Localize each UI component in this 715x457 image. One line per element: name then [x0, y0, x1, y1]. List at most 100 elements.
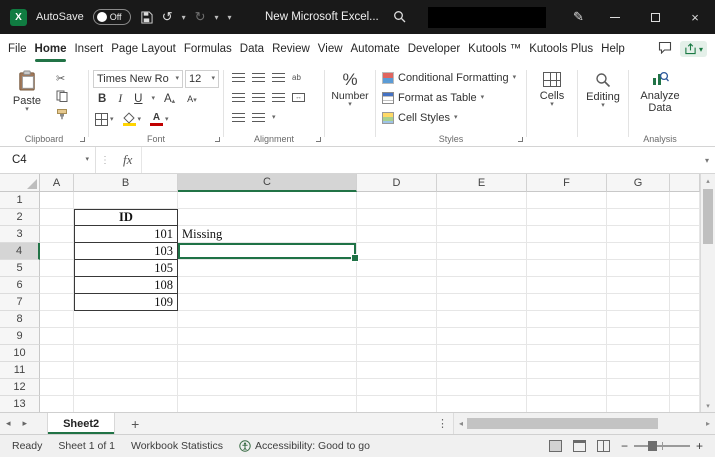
cell-B9[interactable] — [74, 328, 178, 345]
row-header-5[interactable]: 5 — [0, 260, 40, 277]
cell-E1[interactable] — [437, 192, 527, 209]
cell-F11[interactable] — [527, 362, 607, 379]
cell-C2[interactable] — [178, 209, 357, 226]
page-layout-view-button[interactable] — [573, 440, 586, 452]
cell-F6[interactable] — [527, 277, 607, 294]
cell-C9[interactable] — [178, 328, 357, 345]
menu-tab-page-layout[interactable]: Page Layout — [107, 34, 180, 64]
cell-G12[interactable] — [607, 379, 670, 396]
search-icon[interactable] — [393, 10, 406, 23]
wrap-text-icon[interactable]: ab — [292, 73, 301, 82]
cell-B5[interactable]: 105 — [74, 260, 178, 277]
cell-F9[interactable] — [527, 328, 607, 345]
cell-F2[interactable] — [527, 209, 607, 226]
add-sheet-button[interactable]: + — [127, 416, 143, 432]
align-bottom-icon[interactable] — [272, 73, 285, 82]
sheet-tab-sheet2[interactable]: Sheet2 — [47, 413, 115, 434]
maximize-button[interactable] — [635, 0, 675, 34]
zoom-slider[interactable] — [634, 445, 690, 447]
cell-G7[interactable] — [607, 294, 670, 311]
redo-icon[interactable]: ↻ — [195, 9, 206, 25]
font-color-button[interactable]: A ▾ — [150, 113, 169, 126]
shrink-font-button[interactable]: A▾ — [184, 94, 200, 104]
cell-A3[interactable] — [40, 226, 74, 243]
cell-D3[interactable] — [357, 226, 437, 243]
merge-center-icon[interactable]: ↔ — [292, 93, 305, 102]
cell-C13[interactable] — [178, 396, 357, 412]
cell-D8[interactable] — [357, 311, 437, 328]
borders-button[interactable]: ▾ — [95, 113, 114, 126]
row-header-8[interactable]: 8 — [0, 311, 40, 328]
cell-A6[interactable] — [40, 277, 74, 294]
align-left-icon[interactable] — [232, 93, 245, 102]
cell-B8[interactable] — [74, 311, 178, 328]
cell-F8[interactable] — [527, 311, 607, 328]
close-button[interactable]: × — [675, 0, 715, 34]
cell-F7[interactable] — [527, 294, 607, 311]
row-header-2[interactable]: 2 — [0, 209, 40, 226]
cell-G13[interactable] — [607, 396, 670, 412]
page-break-view-button[interactable] — [597, 440, 610, 452]
italic-button[interactable]: I — [115, 93, 125, 105]
cell-G2[interactable] — [607, 209, 670, 226]
row-header-12[interactable]: 12 — [0, 379, 40, 396]
select-all-button[interactable] — [0, 174, 40, 192]
cell-A9[interactable] — [40, 328, 74, 345]
name-box[interactable]: C4 ▾ — [0, 147, 96, 173]
cell-B12[interactable] — [74, 379, 178, 396]
row-header-13[interactable]: 13 — [0, 396, 40, 412]
column-header-a[interactable]: A — [40, 174, 74, 192]
cell-D12[interactable] — [357, 379, 437, 396]
cell-F13[interactable] — [527, 396, 607, 412]
row-header-9[interactable]: 9 — [0, 328, 40, 345]
analyze-data-button[interactable]: Analyze Data — [629, 70, 691, 114]
cell-E12[interactable] — [437, 379, 527, 396]
cell-F4[interactable] — [527, 243, 607, 260]
column-header-f[interactable]: F — [527, 174, 607, 192]
align-right-icon[interactable] — [272, 93, 285, 102]
cell-F10[interactable] — [527, 345, 607, 362]
cell-A5[interactable] — [40, 260, 74, 277]
insert-function-button[interactable]: fx — [114, 152, 141, 168]
cell-D5[interactable] — [357, 260, 437, 277]
cell-G8[interactable] — [607, 311, 670, 328]
cell-E8[interactable] — [437, 311, 527, 328]
menu-tab-insert[interactable]: Insert — [70, 34, 107, 64]
horizontal-scrollbar[interactable]: ◂ ▸ — [453, 413, 715, 434]
vertical-scrollbar[interactable]: ▴ ▾ — [700, 174, 715, 412]
cells-button[interactable]: Cells ▾ — [527, 72, 577, 108]
alignment-more-icon[interactable]: ▾ — [272, 115, 276, 121]
undo-icon[interactable]: ↺ — [162, 9, 173, 25]
formula-bar-expand-icon[interactable]: ▾ — [699, 156, 715, 165]
cell-D4[interactable] — [357, 243, 437, 260]
save-icon[interactable] — [140, 11, 153, 24]
cell-A10[interactable] — [40, 345, 74, 362]
menu-tab-formulas[interactable]: Formulas — [180, 34, 236, 64]
paste-button[interactable]: Paste ▾ — [8, 70, 46, 113]
font-dialog-launcher-icon[interactable] — [215, 137, 220, 142]
sheet-nav-prev-icon[interactable]: ◂ — [0, 418, 17, 429]
autosave-toggle[interactable]: Off — [93, 9, 131, 25]
share-button[interactable]: ▾ — [680, 41, 707, 57]
row-header-1[interactable]: 1 — [0, 192, 40, 209]
cell-C6[interactable] — [178, 277, 357, 294]
cell-C4[interactable] — [178, 243, 357, 260]
cell-D11[interactable] — [357, 362, 437, 379]
cell-E13[interactable] — [437, 396, 527, 412]
alignment-dialog-launcher-icon[interactable] — [316, 137, 321, 142]
cell-A7[interactable] — [40, 294, 74, 311]
cell-C5[interactable] — [178, 260, 357, 277]
cell-A8[interactable] — [40, 311, 74, 328]
cell-B13[interactable] — [74, 396, 178, 412]
cell-E3[interactable] — [437, 226, 527, 243]
row-header-7[interactable]: 7 — [0, 294, 40, 311]
cell-E6[interactable] — [437, 277, 527, 294]
cell-E5[interactable] — [437, 260, 527, 277]
cell-F5[interactable] — [527, 260, 607, 277]
zoom-out-button[interactable]: − — [621, 439, 628, 453]
name-box-dropdown-icon[interactable]: ▾ — [85, 157, 89, 163]
copy-icon[interactable] — [56, 90, 68, 105]
cell-E10[interactable] — [437, 345, 527, 362]
format-as-table-button[interactable]: Format as Table ▾ — [382, 92, 484, 104]
cell-G9[interactable] — [607, 328, 670, 345]
